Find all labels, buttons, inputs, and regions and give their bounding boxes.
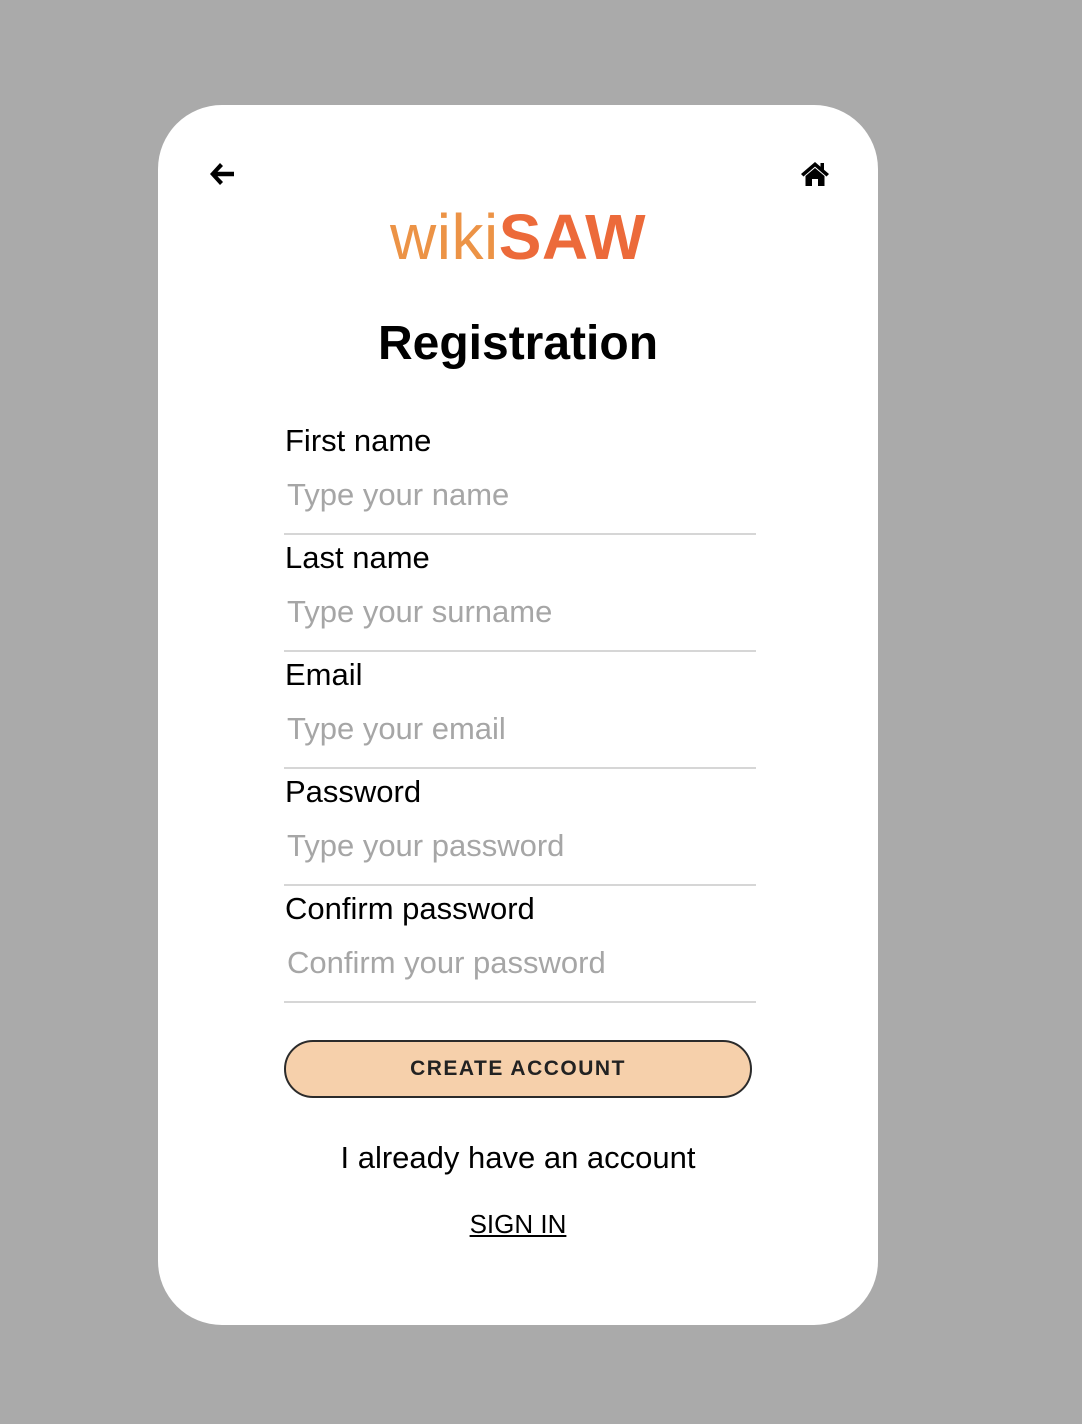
password-input[interactable] bbox=[284, 820, 756, 872]
password-label: Password bbox=[285, 774, 422, 809]
email-field: Email bbox=[284, 652, 756, 769]
last-name-label: Last name bbox=[285, 540, 430, 575]
home-button[interactable] bbox=[795, 157, 835, 191]
create-account-button[interactable]: CREATE ACCOUNT bbox=[284, 1040, 752, 1098]
sign-in-link[interactable]: SIGN IN bbox=[470, 1209, 567, 1239]
confirm-password-field: Confirm password bbox=[284, 886, 756, 1003]
email-input[interactable] bbox=[284, 703, 756, 755]
email-label: Email bbox=[285, 657, 363, 692]
arrow-left-icon bbox=[210, 163, 234, 185]
password-field: Password bbox=[284, 769, 756, 886]
logo-saw-text: SAW bbox=[498, 201, 646, 273]
first-name-label: First name bbox=[285, 423, 432, 458]
already-have-account-text: I already have an account bbox=[340, 1140, 696, 1175]
first-name-field: First name bbox=[284, 418, 756, 535]
home-icon bbox=[801, 162, 829, 186]
page-title: Registration bbox=[377, 317, 659, 370]
confirm-password-input[interactable] bbox=[284, 937, 756, 989]
confirm-password-label: Confirm password bbox=[285, 891, 535, 926]
last-name-input[interactable] bbox=[284, 586, 756, 638]
sign-in-container: SIGN IN bbox=[158, 1208, 878, 1240]
registration-form: First name Last name Email Password Conf… bbox=[284, 418, 756, 1003]
back-button[interactable] bbox=[202, 157, 242, 191]
last-name-field: Last name bbox=[284, 535, 756, 652]
registration-card: wikiSAW Registration First name Last nam… bbox=[158, 105, 878, 1325]
first-name-input[interactable] bbox=[284, 469, 756, 521]
wikisaw-logo: wikiSAW bbox=[158, 200, 878, 274]
logo-wiki-text: wiki bbox=[390, 201, 499, 273]
